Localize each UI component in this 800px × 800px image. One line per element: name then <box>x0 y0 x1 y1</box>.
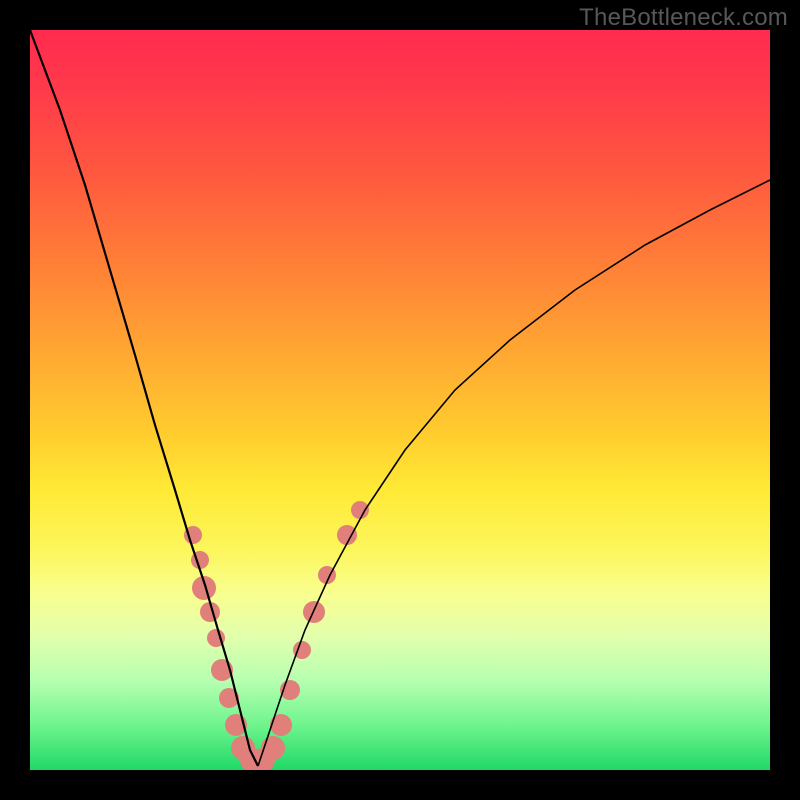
marker-dots <box>184 501 369 770</box>
plot-area <box>30 30 770 770</box>
marker-dot <box>270 714 292 736</box>
marker-dot <box>351 501 369 519</box>
left-curve <box>30 30 258 766</box>
watermark-text: TheBottleneck.com <box>579 4 788 32</box>
right-curve <box>258 180 770 766</box>
curve-layer <box>30 30 770 770</box>
